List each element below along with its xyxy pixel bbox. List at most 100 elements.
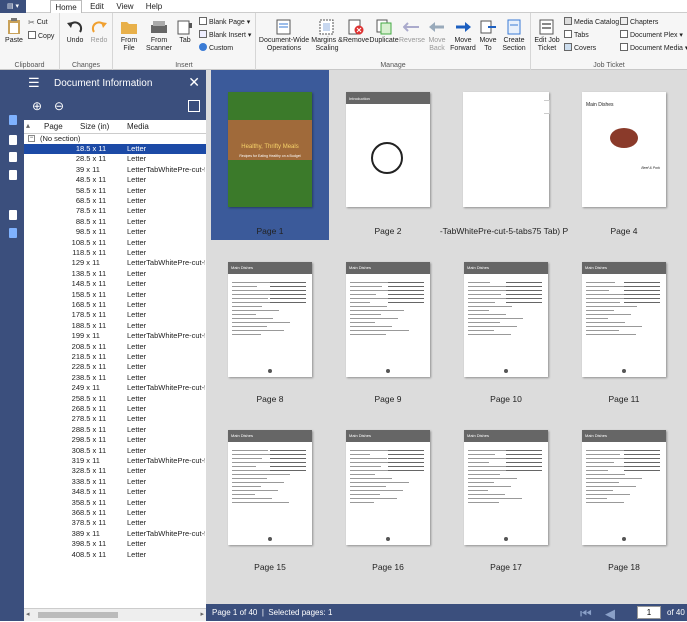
pages-list-icon[interactable]	[9, 228, 17, 238]
previous-page-icon[interactable]: ◀	[605, 606, 615, 622]
job-icon[interactable]	[9, 210, 17, 220]
column-media[interactable]: Media	[127, 122, 149, 131]
page-thumbnail[interactable]: Main Dishes	[346, 430, 430, 545]
move-forward-button[interactable]: Move Forward	[449, 19, 477, 53]
move-to-button[interactable]: Move To	[477, 19, 499, 53]
create-section-button[interactable]: Create Section	[500, 19, 528, 53]
close-icon[interactable]: ✕	[188, 74, 200, 91]
sort-icon[interactable]: ▴	[26, 121, 30, 130]
page-thumbnail[interactable]: Main Dishes	[228, 262, 312, 377]
margins-scaling-button[interactable]: Margins & Scaling	[311, 19, 343, 53]
tab-help[interactable]: Help	[143, 0, 165, 13]
page-thumbnail[interactable]: Main Dishes	[228, 430, 312, 545]
zoom-in-icon[interactable]: ⊕	[32, 99, 42, 113]
table-row[interactable]: 31 9 x 11 LetterTabWhitePre-cut-5	[24, 456, 206, 466]
table-row[interactable]: 7 8.5 x 11 Letter	[24, 206, 206, 216]
scroll-left-icon[interactable]: ◂	[26, 610, 30, 618]
paste-button[interactable]: Paste	[3, 17, 25, 45]
table-row[interactable]: 16 8.5 x 11 Letter	[24, 300, 206, 310]
table-row[interactable]: 40 8.5 x 11 Letter	[24, 550, 206, 560]
remove-button[interactable]: Remove	[343, 19, 369, 45]
media-catalog-button[interactable]: Media Catalog	[564, 17, 619, 27]
page-thumbnail[interactable]: Main Dishes	[582, 430, 666, 545]
table-row[interactable]: 25 8.5 x 11 Letter	[24, 394, 206, 404]
from-scanner-button[interactable]: From Scanner	[144, 19, 174, 53]
table-row[interactable]: 21 8.5 x 11 Letter	[24, 352, 206, 362]
pop-out-icon[interactable]	[188, 100, 200, 112]
reverse-button[interactable]: Reverse	[399, 19, 425, 45]
document-wide-operations-button[interactable]: Document-Wide Operations	[258, 19, 310, 53]
table-row[interactable]: 38 9 x 11 LetterTabWhitePre-cut-5	[24, 529, 206, 539]
table-row[interactable]: 35 8.5 x 11 Letter	[24, 498, 206, 508]
table-row[interactable]: 14 8.5 x 11 Letter	[24, 279, 206, 289]
tab-home[interactable]: Home	[50, 0, 82, 14]
table-row[interactable]: 27 8.5 x 11 Letter	[24, 414, 206, 424]
scrollbar-thumb[interactable]	[38, 612, 118, 618]
page-thumbnail[interactable]: Main Dishes	[346, 262, 430, 377]
table-row[interactable]: 36 8.5 x 11 Letter	[24, 508, 206, 518]
table-row[interactable]: 11 8.5 x 11 Letter	[24, 248, 206, 258]
table-row[interactable]: 30 8.5 x 11 Letter	[24, 446, 206, 456]
table-row[interactable]: 2 8.5 x 11 Letter	[24, 154, 206, 164]
move-back-button[interactable]: Move Back	[426, 19, 448, 53]
table-row[interactable]: 28 8.5 x 11 Letter	[24, 425, 206, 435]
table-row[interactable]: 4 8.5 x 11 Letter	[24, 175, 206, 185]
tab-view[interactable]: View	[113, 0, 137, 13]
edit-job-ticket-button[interactable]: Edit Job Ticket	[533, 19, 561, 53]
table-row[interactable]: 23 8.5 x 11 Letter	[24, 373, 206, 383]
table-row[interactable]: 10 8.5 x 11 Letter	[24, 238, 206, 248]
quick-access-button[interactable]: ▤ ▾	[0, 0, 26, 13]
blank-insert-button[interactable]: Blank Insert ▾	[199, 30, 251, 40]
blank-page-button[interactable]: Blank Page ▾	[199, 17, 250, 27]
page-thumbnail[interactable]: Healthy, Thrifty Meals Recipes for Eating…	[228, 92, 312, 207]
column-size[interactable]: Size (in)	[80, 122, 109, 131]
table-row[interactable]: 37 8.5 x 11 Letter	[24, 518, 206, 528]
print-icon[interactable]	[9, 170, 17, 180]
redo-button[interactable]: Redo	[87, 19, 111, 45]
table-row[interactable]: 20 8.5 x 11 Letter	[24, 342, 206, 352]
document-media-button[interactable]: Document Media ▾	[620, 43, 687, 53]
covers-button[interactable]: Covers	[564, 43, 596, 53]
duplicate-button[interactable]: Duplicate	[369, 19, 399, 45]
table-row[interactable]: 39 x 11 LetterTabWhitePre-cut-5	[24, 165, 206, 175]
document-plex-button[interactable]: Document Plex ▾	[620, 30, 683, 40]
custom-button[interactable]: Custom	[199, 43, 233, 53]
page-number-input[interactable]	[637, 606, 661, 619]
edit-page-icon[interactable]	[9, 152, 17, 162]
undo-button[interactable]: Undo	[63, 19, 87, 45]
table-row[interactable]: 8 8.5 x 11 Letter	[24, 217, 206, 227]
table-row[interactable]: 26 8.5 x 11 Letter	[24, 404, 206, 414]
page-thumbnail[interactable]	[463, 92, 550, 207]
table-row[interactable]: 6 8.5 x 11 Letter	[24, 196, 206, 206]
zoom-out-icon[interactable]: ⊖	[54, 99, 64, 113]
table-row[interactable]: 22 8.5 x 11 Letter	[24, 362, 206, 372]
table-row[interactable]: 33 8.5 x 11 Letter	[24, 477, 206, 487]
scroll-right-icon[interactable]: ▸	[200, 610, 204, 618]
collapse-icon[interactable]: −	[28, 135, 35, 142]
table-row[interactable]: 9 8.5 x 11 Letter	[24, 227, 206, 237]
table-row[interactable]: 5 8.5 x 11 Letter	[24, 186, 206, 196]
table-row[interactable]: 19 9 x 11 LetterTabWhitePre-cut-5	[24, 331, 206, 341]
tabs-button[interactable]: Tabs	[564, 30, 589, 40]
page-thumbnail[interactable]: Main Dishes	[582, 262, 666, 377]
table-row[interactable]: 17 8.5 x 11 Letter	[24, 310, 206, 320]
column-page[interactable]: Page	[44, 122, 63, 131]
chapters-button[interactable]: Chapters	[620, 17, 658, 27]
document-info-icon[interactable]	[9, 115, 17, 125]
first-page-icon[interactable]: ⏮	[580, 606, 592, 622]
hamburger-menu-icon[interactable]: ☰	[28, 76, 40, 89]
table-row[interactable]: 24 9 x 11 LetterTabWhitePre-cut-5	[24, 383, 206, 393]
page-icon[interactable]	[9, 135, 17, 145]
table-row[interactable]: 34 8.5 x 11 Letter	[24, 487, 206, 497]
section-row[interactable]: − (No section)	[24, 134, 206, 144]
table-row[interactable]: 12 9 x 11 LetterTabWhitePre-cut-5	[24, 258, 206, 268]
table-row[interactable]: 13 8.5 x 11 Letter	[24, 269, 206, 279]
from-file-button[interactable]: From File	[116, 19, 142, 53]
page-thumbnail[interactable]: Main Dishes Beef & Pork	[582, 92, 666, 207]
tab-edit[interactable]: Edit	[86, 0, 108, 13]
table-row[interactable]: 32 8.5 x 11 Letter	[24, 466, 206, 476]
table-row[interactable]: 29 8.5 x 11 Letter	[24, 435, 206, 445]
tab-insert-button[interactable]: Tab	[175, 19, 195, 45]
table-row[interactable]: 15 8.5 x 11 Letter	[24, 290, 206, 300]
page-thumbnail[interactable]: Main Dishes	[464, 262, 548, 377]
